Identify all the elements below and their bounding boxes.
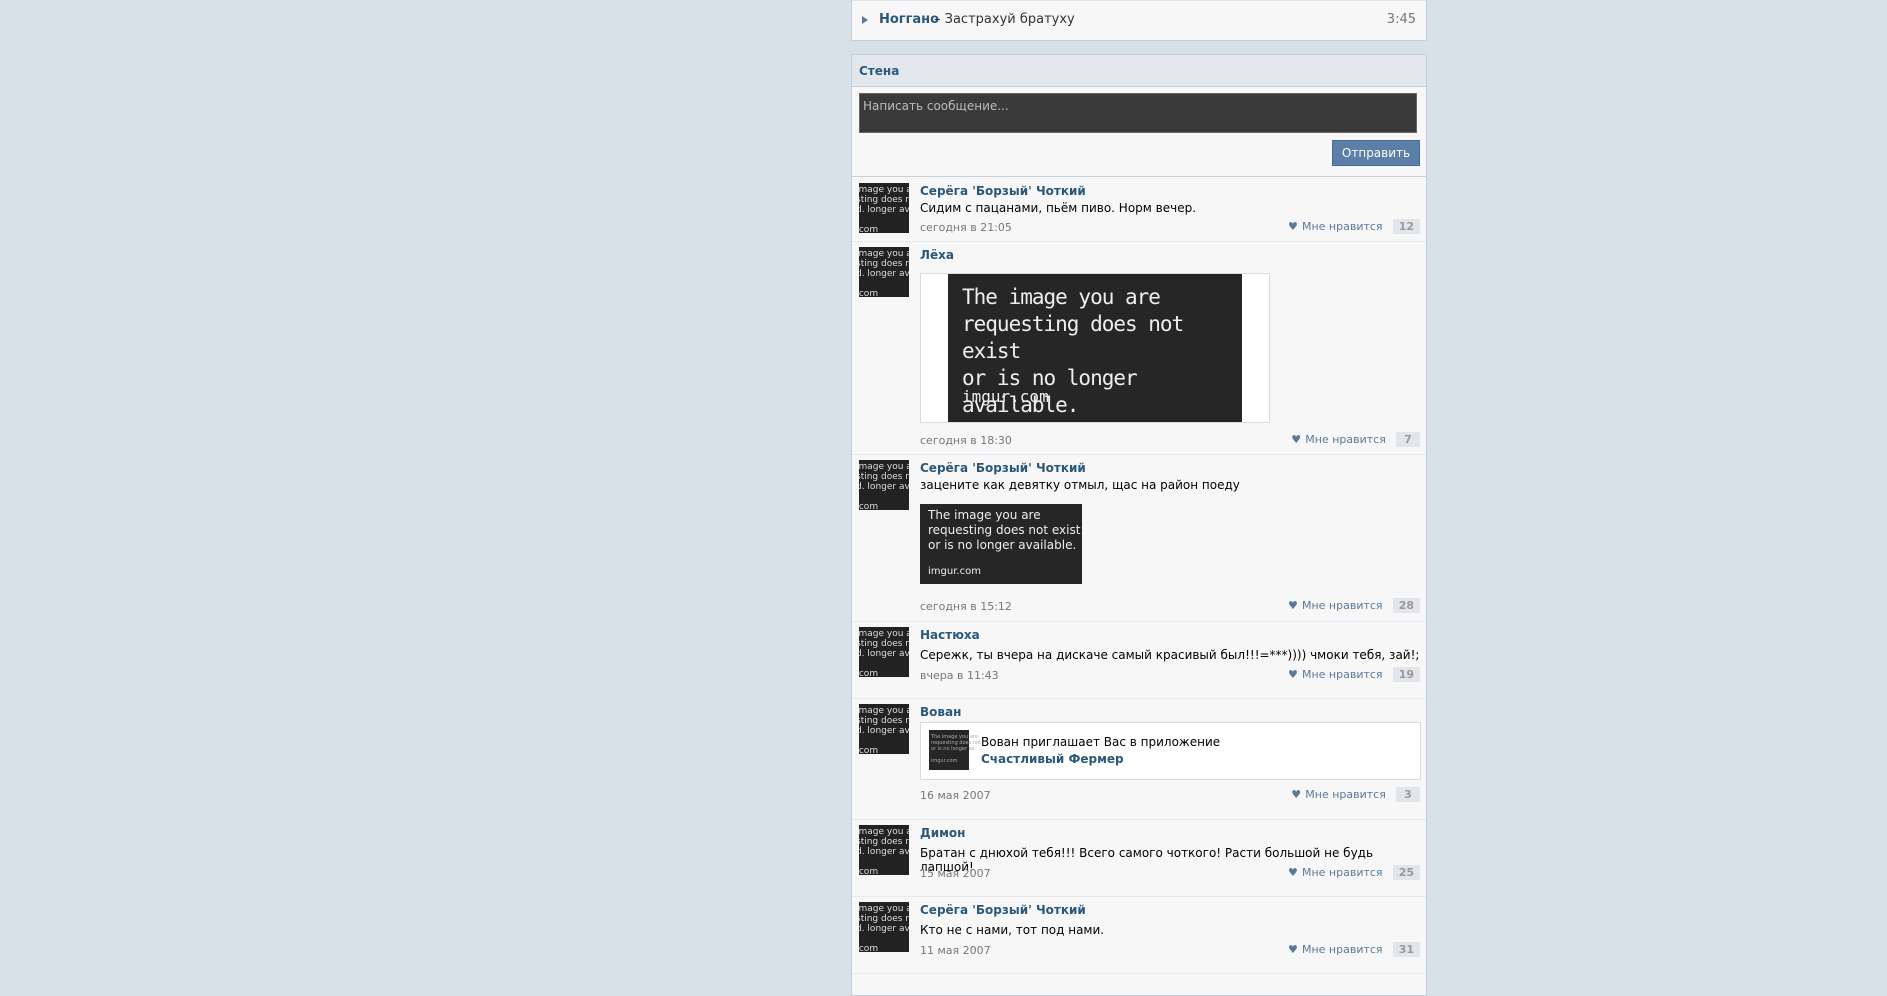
like-button[interactable]: ♥ Мне нравится 19 xyxy=(1288,667,1420,683)
like-button[interactable]: ♥ Мне нравится 3 xyxy=(1291,787,1420,803)
image-placeholder: The image you are requesting does not ex… xyxy=(948,274,1242,422)
post-text: зацените как девятку отмыл, щас на район… xyxy=(920,478,1240,492)
wall-post: image you are sting does not d. longer a… xyxy=(852,819,1426,897)
audio-list: Ноггано – Застрахуй братуху 3:45 xyxy=(851,0,1427,41)
wall-title[interactable]: Стена xyxy=(859,64,899,78)
like-label: Мне нравится xyxy=(1301,220,1383,233)
placeholder-message: The image you are requesting does not ex… xyxy=(928,508,1081,552)
post-text: Кто не с нами, тот под нами. xyxy=(920,923,1105,937)
post-image[interactable]: The image you are requesting does not ex… xyxy=(920,273,1270,423)
like-label: Мне нравится xyxy=(1301,599,1383,612)
wall-post: image you are sting does not d. longer a… xyxy=(852,177,1426,242)
app-invite-card[interactable]: The image you are requesting does not or… xyxy=(920,722,1421,780)
post-date[interactable]: сегодня в 15:12 xyxy=(920,600,1012,613)
post-text: Сидим с пацанами, пьём пиво. Норм вечер. xyxy=(920,201,1197,215)
like-count: 7 xyxy=(1396,432,1420,447)
post-image[interactable]: The image you are requesting does not ex… xyxy=(920,504,1082,584)
heart-icon: ♥ xyxy=(1287,220,1298,233)
post-author[interactable]: Настюха xyxy=(920,628,980,642)
post-author[interactable]: Серёга 'Борзый' Чоткий xyxy=(920,461,1086,475)
divider xyxy=(852,0,1426,1)
heart-icon: ♥ xyxy=(1291,788,1302,801)
wall-post: image you are sting does not d. longer a… xyxy=(852,698,1426,820)
like-count: 28 xyxy=(1392,598,1420,613)
play-icon[interactable] xyxy=(862,16,868,24)
post-author[interactable]: Лёха xyxy=(920,248,954,262)
like-count: 25 xyxy=(1392,865,1420,880)
post-author[interactable]: Серёга 'Борзый' Чоткий xyxy=(920,903,1086,917)
like-count: 31 xyxy=(1392,942,1420,957)
like-count: 19 xyxy=(1392,667,1420,682)
like-label: Мне нравится xyxy=(1301,943,1383,956)
app-invite-text: Вован приглашает Вас в приложение xyxy=(981,735,1221,749)
post-author[interactable]: Димон xyxy=(920,826,965,840)
avatar[interactable]: image you are sting does not d. longer a… xyxy=(859,247,909,297)
track-title: – Застрахуй братуху xyxy=(934,12,1075,27)
track-artist[interactable]: Ноггано xyxy=(879,12,939,27)
wall-post: image you are sting does not d. longer a… xyxy=(852,454,1426,622)
post-date[interactable]: 15 мая 2007 xyxy=(920,867,991,880)
wall-composer: Отправить xyxy=(852,87,1426,177)
like-label: Мне нравится xyxy=(1305,433,1386,446)
like-button[interactable]: ♥ Мне нравится 31 xyxy=(1288,942,1420,958)
post-date[interactable]: вчера в 11:43 xyxy=(920,669,999,682)
app-link[interactable]: Счастливый Фермер xyxy=(981,752,1124,766)
like-button[interactable]: ♥ Мне нравится 28 xyxy=(1288,598,1420,614)
wall-header: Стена xyxy=(852,55,1426,87)
avatar[interactable]: image you are sting does not d. longer a… xyxy=(859,902,909,952)
post-date[interactable]: 16 мая 2007 xyxy=(920,789,991,802)
avatar[interactable]: image you are sting does not d. longer a… xyxy=(859,627,909,677)
wall: Стена Отправить image you are sting does… xyxy=(851,54,1427,996)
send-button[interactable]: Отправить xyxy=(1332,140,1420,166)
like-count: 12 xyxy=(1392,219,1420,234)
like-label: Мне нравится xyxy=(1301,668,1383,681)
track-duration: 3:45 xyxy=(1386,12,1416,27)
wall-post: image you are sting does not d. longer a… xyxy=(852,621,1426,699)
message-input[interactable] xyxy=(859,93,1417,133)
like-button[interactable]: ♥ Мне нравится 12 xyxy=(1288,219,1420,235)
post-date[interactable]: сегодня в 18:30 xyxy=(920,434,1012,447)
avatar[interactable]: image you are sting does not d. longer a… xyxy=(859,183,909,233)
like-label: Мне нравится xyxy=(1301,866,1383,879)
post-author[interactable]: Вован xyxy=(920,705,961,719)
post-author[interactable]: Серёга 'Борзый' Чоткий xyxy=(920,184,1086,198)
post-date[interactable]: сегодня в 21:05 xyxy=(920,221,1012,234)
placeholder-domain: imgur.com xyxy=(962,387,1049,406)
wall-post: image you are sting does not d. longer a… xyxy=(852,241,1426,455)
heart-icon: ♥ xyxy=(1287,866,1298,879)
heart-icon: ♥ xyxy=(1291,433,1302,446)
avatar[interactable]: image you are sting does not d. longer a… xyxy=(859,704,909,754)
placeholder-domain: imgur.com xyxy=(928,566,981,577)
avatar[interactable]: image you are sting does not d. longer a… xyxy=(859,825,909,875)
avatar[interactable]: image you are sting does not d. longer a… xyxy=(859,460,909,510)
like-button[interactable]: ♥ Мне нравится 7 xyxy=(1291,432,1420,448)
app-thumbnail[interactable]: The image you are requesting does not or… xyxy=(929,730,981,770)
heart-icon: ♥ xyxy=(1287,668,1298,681)
heart-icon: ♥ xyxy=(1287,599,1298,612)
like-label: Мне нравится xyxy=(1305,788,1386,801)
post-text: Сережк, ты вчера на дискаче самый красив… xyxy=(920,648,1420,662)
heart-icon: ♥ xyxy=(1287,943,1298,956)
audio-track[interactable]: Ноггано – Застрахуй братуху 3:45 xyxy=(862,12,1416,32)
like-count: 3 xyxy=(1396,787,1420,802)
wall-post: image you are sting does not d. longer a… xyxy=(852,896,1426,974)
post-date[interactable]: 11 мая 2007 xyxy=(920,944,991,957)
like-button[interactable]: ♥ Мне нравится 25 xyxy=(1288,865,1420,881)
